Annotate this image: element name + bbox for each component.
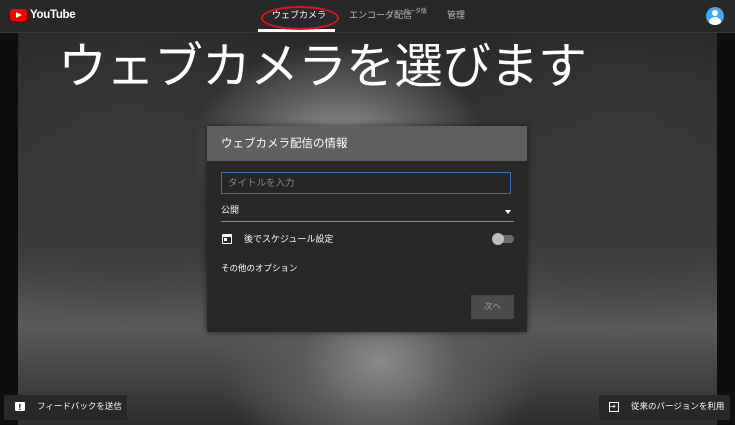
tab-manage[interactable]: 管理: [447, 0, 465, 32]
use-classic-version-button[interactable]: 従来のバージョンを利用: [599, 394, 730, 420]
beta-badge: ベータ版: [403, 8, 428, 15]
use-classic-version-label: 従来のバージョンを利用: [631, 402, 725, 412]
logo-text: YouTube: [30, 9, 76, 21]
youtube-play-icon: [10, 9, 27, 21]
dropdown-caret-icon: [505, 210, 511, 214]
preview-edge-left: [0, 32, 18, 425]
top-bar: YouTube ウェブカメラ エンコーダ配信 ベータ版 管理: [0, 0, 735, 33]
next-button[interactable]: 次へ: [471, 295, 514, 319]
youtube-logo[interactable]: YouTube: [10, 9, 76, 21]
more-options-link[interactable]: その他のオプション: [221, 262, 298, 274]
webcam-stream-info-dialog: ウェブカメラ配信の情報 公開 後でスケジュール設定 その他のオプション 次へ: [207, 126, 527, 332]
dialog-title: ウェブカメラ配信の情報: [207, 126, 527, 161]
visibility-select[interactable]: 公開: [221, 205, 514, 222]
schedule-toggle[interactable]: [492, 233, 514, 245]
schedule-later-label: 後でスケジュール設定: [244, 235, 334, 245]
title-input[interactable]: [221, 172, 511, 194]
tab-encoder-streaming[interactable]: エンコーダ配信: [349, 0, 412, 32]
send-feedback-label: フィードバックを送信: [37, 402, 122, 412]
visibility-value: 公開: [221, 206, 240, 216]
calendar-icon: [222, 234, 232, 244]
exit-icon: [609, 394, 619, 419]
send-feedback-button[interactable]: フィードバックを送信: [4, 395, 127, 420]
annotation-ellipse: [261, 6, 339, 30]
preview-edge-right: [717, 32, 735, 425]
account-avatar-icon[interactable]: [706, 7, 724, 25]
overlay-caption: ウェブカメラを選びます: [58, 38, 587, 95]
feedback-icon: [15, 395, 25, 420]
